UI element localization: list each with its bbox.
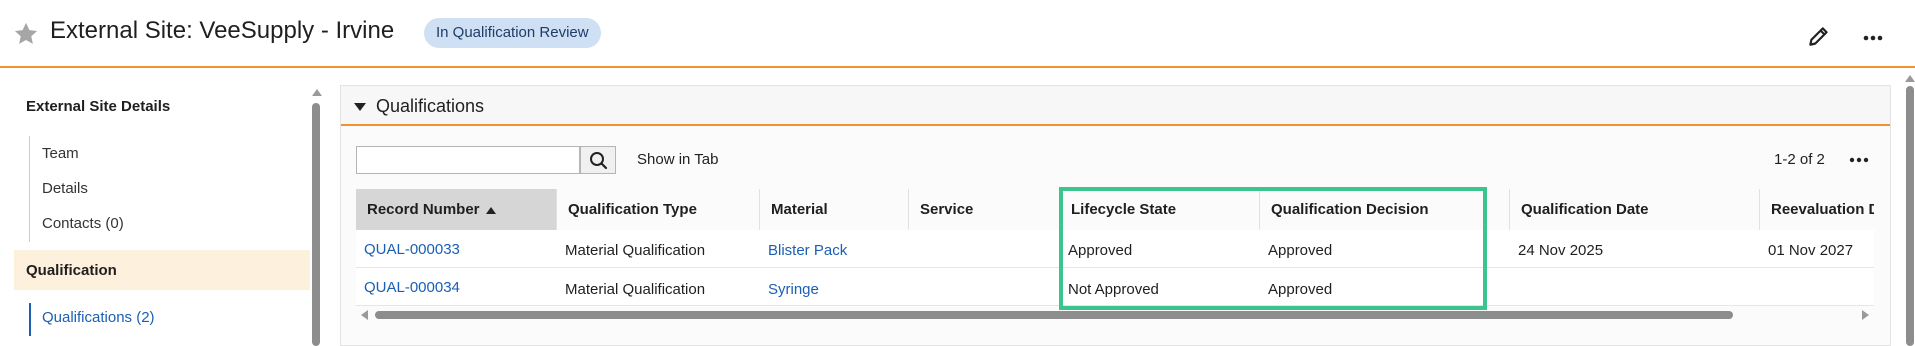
sidebar-item-qualifications[interactable]: Qualifications (2) [42, 309, 155, 326]
column-header-material[interactable]: Material [760, 189, 909, 230]
search-icon [590, 152, 608, 170]
sidebar-section-title: External Site Details [26, 98, 171, 115]
pencil-icon[interactable] [1806, 23, 1832, 49]
page-scrollbar-thumb[interactable] [1906, 86, 1914, 346]
column-header-qualification-type[interactable]: Qualification Type [557, 189, 760, 230]
column-header-label: Record Number [367, 201, 480, 218]
record-count: 1-2 of 2 [1774, 151, 1825, 168]
material-link[interactable]: Blister Pack [768, 242, 847, 259]
column-header-service[interactable]: Service [909, 189, 1060, 230]
star-icon[interactable] [12, 20, 40, 48]
more-icon[interactable] [1860, 24, 1886, 50]
sort-ascending-icon [485, 206, 496, 214]
column-header-qualification-date[interactable]: Qualification Date [1510, 189, 1760, 230]
scroll-up-arrow-icon[interactable] [312, 89, 322, 96]
sidebar-item-team[interactable]: Team [42, 145, 79, 162]
sidebar-active-indicator [29, 303, 31, 336]
scroll-left-arrow-icon[interactable] [361, 310, 368, 320]
table-horizontal-scrollbar[interactable] [375, 311, 1733, 319]
page-scroll-up-arrow-icon[interactable] [1905, 75, 1915, 82]
column-header-record-number[interactable]: Record Number [356, 189, 557, 230]
column-header-lifecycle-state[interactable]: Lifecycle State [1060, 189, 1260, 230]
panel-header[interactable] [341, 86, 1890, 126]
page-title: External Site: VeeSupply - Irvine [50, 17, 395, 44]
status-badge: In Qualification Review [424, 18, 601, 48]
qualification-date-cell: 24 Nov 2025 [1518, 242, 1604, 259]
search-input[interactable] [356, 146, 580, 174]
column-header-reevaluation-date[interactable]: Reevaluation Date [1760, 189, 1874, 230]
sidebar-item-details[interactable]: Details [42, 180, 88, 197]
column-header-qualification-decision[interactable]: Qualification Decision [1260, 189, 1510, 230]
lifecycle-state-cell: Not Approved [1068, 281, 1159, 298]
record-header: External Site: VeeSupply - Irvine In Qua… [0, 0, 1915, 68]
sidebar-divider [29, 136, 30, 242]
sidebar-scrollbar-thumb[interactable] [312, 103, 320, 346]
scroll-right-arrow-icon[interactable] [1862, 310, 1869, 320]
collapse-caret-icon[interactable] [354, 103, 366, 111]
search-button[interactable] [580, 146, 616, 174]
qualification-type-cell: Material Qualification [565, 242, 706, 259]
show-in-tab-link[interactable]: Show in Tab [637, 151, 718, 168]
material-link[interactable]: Syringe [768, 281, 819, 298]
record-number-link[interactable]: QUAL-000034 [364, 279, 460, 296]
reevaluation-date-cell: 01 Nov 2027 [1768, 242, 1854, 259]
record-number-link[interactable]: QUAL-000033 [364, 241, 460, 258]
sidebar-section-qualification-title: Qualification [26, 262, 117, 279]
lifecycle-state-cell: Approved [1068, 242, 1133, 259]
qualification-type-cell: Material Qualification [565, 281, 706, 298]
grid-more-icon[interactable] [1846, 148, 1872, 170]
qualification-decision-cell: Approved [1268, 281, 1333, 298]
panel-title: Qualifications [376, 96, 485, 116]
sidebar-item-contacts[interactable]: Contacts (0) [42, 215, 124, 232]
qualification-decision-cell: Approved [1268, 242, 1333, 259]
